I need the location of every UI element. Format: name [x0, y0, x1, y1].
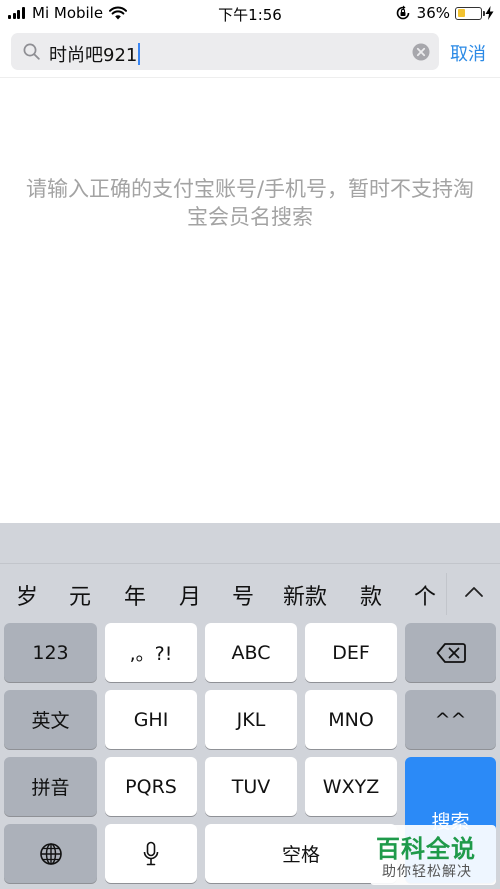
search-hint: 请输入正确的支付宝账号/手机号，暂时不支持淘宝会员名搜索 [25, 177, 475, 229]
dictation-button[interactable] [105, 824, 197, 883]
candidate-expand-button[interactable] [446, 573, 500, 615]
search-text-wrap: 时尚吧921 [49, 41, 141, 67]
battery-icon [455, 6, 485, 20]
search-value: 时尚吧921 [49, 45, 138, 66]
key-123[interactable]: 123 [4, 623, 97, 682]
key-label: JKL [236, 708, 266, 731]
key-pqrs[interactable]: PQRS [105, 757, 197, 816]
key-mno[interactable]: MNO [305, 690, 397, 749]
chevron-up-icon [465, 587, 483, 597]
key-label: WXYZ [322, 775, 380, 798]
microphone-icon [143, 841, 159, 865]
candidate-item[interactable]: 岁 [16, 579, 38, 611]
watermark-logo: 百科全说 助你轻松解决 [370, 825, 496, 885]
delete-button[interactable] [405, 623, 496, 682]
key-punctuation[interactable]: ,。?! [105, 623, 197, 682]
key-label: ,。?! [129, 643, 173, 665]
key-emoticon[interactable]: ^^ [405, 690, 496, 749]
key-label: ^^ [434, 708, 467, 731]
candidate-item[interactable]: 月 [179, 579, 201, 611]
key-label: ABC [231, 641, 271, 664]
key-english[interactable]: 英文 [4, 690, 97, 749]
clear-icon[interactable] [412, 43, 430, 61]
key-label: TUV [231, 775, 271, 798]
key-wxyz[interactable]: WXYZ [305, 757, 397, 816]
candidate-item[interactable]: 款 [360, 579, 382, 611]
key-abc[interactable]: ABC [205, 623, 297, 682]
candidate-item[interactable]: 新款 [283, 579, 327, 611]
space-key[interactable]: 空格 [205, 824, 397, 883]
key-ghi[interactable]: GHI [105, 690, 197, 749]
search-row: 时尚吧921 取消 [0, 30, 500, 76]
candidate-item[interactable]: 元 [69, 579, 91, 611]
candidate-item[interactable]: 个 [414, 579, 436, 611]
header-divider [0, 77, 500, 78]
globe-icon [39, 842, 62, 865]
status-right: 36% [395, 4, 494, 22]
key-label: 拼音 [31, 777, 70, 799]
key-label: MNO [328, 708, 374, 731]
candidate-item[interactable]: 号 [232, 579, 254, 611]
key-def[interactable]: DEF [305, 623, 397, 682]
cancel-button[interactable]: 取消 [450, 40, 486, 66]
key-jkl[interactable]: JKL [205, 690, 297, 749]
battery-percent: 36% [416, 4, 450, 22]
watermark-subtitle: 助你轻松解决 [382, 864, 472, 880]
key-label: 空格 [281, 844, 320, 866]
key-label: PQRS [125, 775, 177, 798]
key-pinyin[interactable]: 拼音 [4, 757, 97, 816]
watermark-title: 百科全说 [376, 835, 476, 863]
key-label: GHI [133, 708, 169, 731]
candidate-item[interactable]: 年 [124, 579, 146, 611]
candidate-bar: 岁 元 年 月 号 新款 款 个 [0, 573, 500, 615]
text-cursor [138, 43, 141, 65]
key-label: DEF [332, 641, 370, 664]
key-tuv[interactable]: TUV [205, 757, 297, 816]
search-input[interactable]: 时尚吧921 [11, 33, 439, 70]
charging-icon [485, 6, 494, 20]
battery-fill [457, 9, 466, 17]
globe-button[interactable] [4, 824, 97, 883]
rotation-lock-icon [396, 5, 409, 20]
status-bar: Mi Mobile 下午1:56 36% [0, 0, 500, 26]
key-label: 英文 [31, 710, 70, 732]
candidate-separator [0, 563, 500, 564]
backspace-icon [436, 642, 466, 663]
search-icon [23, 43, 40, 60]
key-label: 123 [32, 641, 69, 664]
